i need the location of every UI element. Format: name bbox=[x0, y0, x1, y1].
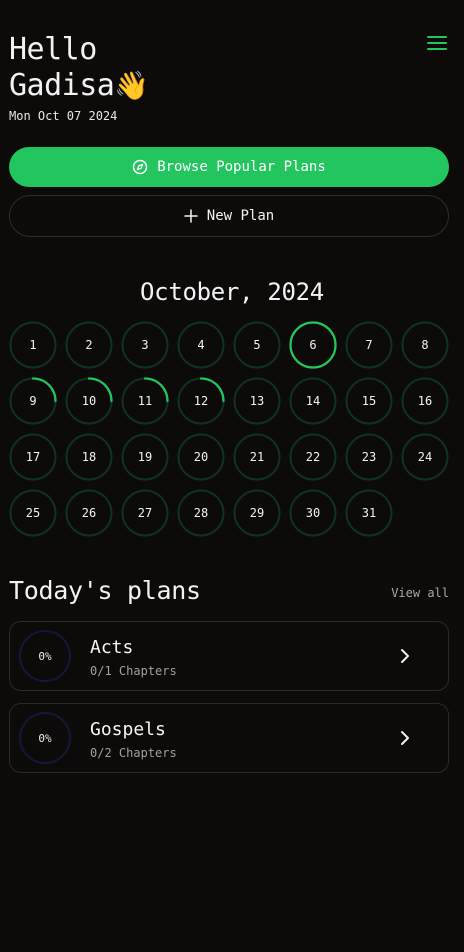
calendar-day-number: 2 bbox=[85, 338, 93, 352]
menu-line bbox=[427, 42, 447, 44]
calendar-day[interactable]: 23 bbox=[345, 433, 393, 481]
calendar-day[interactable]: 8 bbox=[401, 321, 449, 369]
menu-line bbox=[427, 48, 447, 50]
hamburger-menu-icon[interactable] bbox=[426, 34, 448, 52]
plan-chapters: 0/1 Chapters bbox=[90, 664, 177, 678]
calendar-day[interactable]: 27 bbox=[121, 489, 169, 537]
calendar-day[interactable]: 17 bbox=[9, 433, 57, 481]
calendar-day[interactable]: 11 bbox=[121, 377, 169, 425]
calendar-day[interactable]: 10 bbox=[65, 377, 113, 425]
calendar-day[interactable]: 13 bbox=[233, 377, 281, 425]
calendar-day-number: 15 bbox=[361, 394, 377, 408]
calendar-day-number: 1 bbox=[29, 338, 37, 352]
waving-hand-icon: 👋 bbox=[114, 69, 149, 102]
todays-plans-title: Today's plans bbox=[9, 576, 201, 605]
calendar-day[interactable]: 22 bbox=[289, 433, 337, 481]
plan-card-acts[interactable]: 0% Acts 0/1 Chapters bbox=[9, 621, 449, 691]
greeting: Hello Gadisa👋 bbox=[9, 32, 149, 104]
calendar-day[interactable]: 9 bbox=[9, 377, 57, 425]
browse-button-label: Browse Popular Plans bbox=[157, 159, 326, 175]
calendar-day-number: 22 bbox=[305, 450, 321, 464]
calendar-day[interactable]: 29 bbox=[233, 489, 281, 537]
calendar-day[interactable]: 30 bbox=[289, 489, 337, 537]
calendar-day-number: 29 bbox=[249, 506, 265, 520]
plan-progress-label: 0% bbox=[38, 649, 52, 663]
calendar-day-number: 24 bbox=[417, 450, 433, 464]
calendar-day-number: 26 bbox=[81, 506, 97, 520]
plan-name: Gospels bbox=[90, 719, 166, 740]
current-date: Mon Oct 07 2024 bbox=[9, 109, 118, 123]
calendar-day-number: 12 bbox=[193, 394, 209, 408]
calendar-day-number: 7 bbox=[365, 338, 373, 352]
calendar-day[interactable]: 3 bbox=[121, 321, 169, 369]
calendar-day-number: 18 bbox=[81, 450, 97, 464]
calendar-day[interactable]: 31 bbox=[345, 489, 393, 537]
calendar-day-number: 13 bbox=[249, 394, 265, 408]
calendar-day[interactable]: 19 bbox=[121, 433, 169, 481]
calendar-day[interactable]: 26 bbox=[65, 489, 113, 537]
calendar-day-number: 11 bbox=[137, 394, 153, 408]
plan-progress-ring: 0% bbox=[19, 630, 71, 682]
calendar-day[interactable]: 4 bbox=[177, 321, 225, 369]
chevron-right-icon bbox=[401, 649, 409, 663]
compass-icon bbox=[132, 159, 148, 175]
calendar-month-title: October, 2024 bbox=[140, 278, 324, 306]
calendar-day[interactable]: 5 bbox=[233, 321, 281, 369]
calendar-day[interactable]: 28 bbox=[177, 489, 225, 537]
calendar-day-number: 21 bbox=[249, 450, 265, 464]
calendar-day-number: 31 bbox=[361, 506, 377, 520]
calendar-day[interactable]: 14 bbox=[289, 377, 337, 425]
calendar-day[interactable]: 15 bbox=[345, 377, 393, 425]
calendar-day[interactable]: 12 bbox=[177, 377, 225, 425]
plan-name: Acts bbox=[90, 637, 134, 658]
greeting-hello: Hello bbox=[9, 32, 97, 67]
view-all-link[interactable]: View all bbox=[391, 586, 449, 600]
calendar-day-number: 5 bbox=[253, 338, 261, 352]
calendar-day-number: 14 bbox=[305, 394, 321, 408]
calendar-day-number: 30 bbox=[305, 506, 321, 520]
calendar-day-number: 4 bbox=[197, 338, 205, 352]
new-plan-button[interactable]: New Plan bbox=[9, 195, 449, 237]
calendar-day-number: 17 bbox=[25, 450, 41, 464]
calendar-day-number: 9 bbox=[29, 394, 37, 408]
chevron-right-icon bbox=[401, 731, 409, 745]
calendar-day[interactable]: 6 bbox=[289, 321, 337, 369]
calendar-day-number: 23 bbox=[361, 450, 377, 464]
calendar-day-number: 20 bbox=[193, 450, 209, 464]
calendar-day[interactable]: 20 bbox=[177, 433, 225, 481]
calendar-day-number: 27 bbox=[137, 506, 153, 520]
calendar-day[interactable]: 2 bbox=[65, 321, 113, 369]
calendar-day[interactable]: 1 bbox=[9, 321, 57, 369]
calendar-day[interactable]: 21 bbox=[233, 433, 281, 481]
calendar-day-number: 3 bbox=[141, 338, 149, 352]
plan-progress-label: 0% bbox=[38, 731, 52, 745]
calendar-day-number: 16 bbox=[417, 394, 433, 408]
calendar-day-number: 25 bbox=[25, 506, 41, 520]
new-plan-label: New Plan bbox=[206, 208, 275, 224]
calendar-day[interactable]: 7 bbox=[345, 321, 393, 369]
plus-icon bbox=[184, 209, 198, 223]
greeting-name-line: Gadisa👋 bbox=[9, 68, 149, 104]
calendar-day[interactable]: 25 bbox=[9, 489, 57, 537]
menu-line bbox=[427, 36, 447, 38]
calendar-day[interactable]: 24 bbox=[401, 433, 449, 481]
calendar-day-number: 19 bbox=[137, 450, 153, 464]
calendar-day-number: 8 bbox=[421, 338, 429, 352]
browse-popular-plans-button[interactable]: Browse Popular Plans bbox=[9, 147, 449, 187]
plan-chapters: 0/2 Chapters bbox=[90, 746, 177, 760]
calendar-day-number: 6 bbox=[309, 338, 317, 352]
plan-progress-ring: 0% bbox=[19, 712, 71, 764]
calendar-day-number: 28 bbox=[193, 506, 209, 520]
calendar-day[interactable]: 16 bbox=[401, 377, 449, 425]
calendar-day[interactable]: 18 bbox=[65, 433, 113, 481]
plan-card-gospels[interactable]: 0% Gospels 0/2 Chapters bbox=[9, 703, 449, 773]
greeting-name: Gadisa bbox=[9, 68, 115, 103]
calendar-day-number: 10 bbox=[81, 394, 97, 408]
